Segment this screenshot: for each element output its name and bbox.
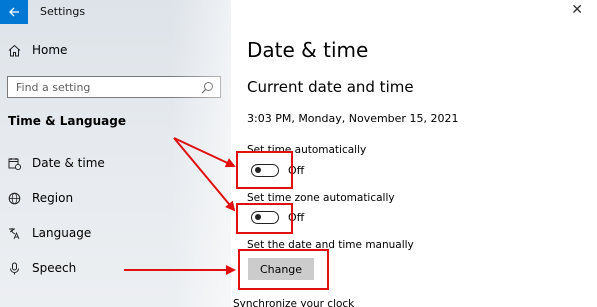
annotation-box bbox=[238, 249, 329, 290]
sidebar: Settings Home Find a setting Time & Lang… bbox=[0, 0, 231, 307]
back-arrow-icon bbox=[9, 7, 19, 17]
app-title: Settings bbox=[40, 5, 86, 18]
back-button[interactable] bbox=[0, 0, 28, 24]
sidebar-item-date-time[interactable]: Date & time bbox=[8, 156, 105, 170]
sidebar-item-label: Speech bbox=[32, 261, 77, 275]
date-time-icon bbox=[8, 157, 21, 170]
globe-icon bbox=[8, 192, 21, 204]
search-placeholder: Find a setting bbox=[16, 80, 91, 94]
page-title: Date & time bbox=[247, 38, 369, 62]
sidebar-item-label: Region bbox=[32, 191, 74, 205]
sync-clock-label: Synchronize your clock bbox=[233, 298, 355, 307]
home-icon bbox=[8, 44, 21, 56]
language-icon bbox=[9, 227, 20, 239]
sidebar-item-speech[interactable]: Speech bbox=[8, 261, 76, 275]
microphone-icon bbox=[10, 262, 19, 274]
section-heading: Current date and time bbox=[247, 78, 414, 96]
search-icon bbox=[201, 82, 213, 94]
annotation-box bbox=[236, 151, 293, 189]
current-datetime: 3:03 PM, Monday, November 15, 2021 bbox=[247, 112, 459, 125]
close-window-icon[interactable]: ✕ bbox=[571, 2, 583, 18]
sidebar-item-label: Language bbox=[32, 226, 92, 240]
section-title: Time & Language bbox=[8, 114, 127, 128]
sidebar-item-region[interactable]: Region bbox=[8, 191, 73, 205]
annotation-box bbox=[236, 203, 293, 234]
home-nav-item[interactable]: Home bbox=[8, 43, 67, 57]
home-label: Home bbox=[32, 43, 68, 57]
sidebar-item-label: Date & time bbox=[32, 156, 105, 170]
sidebar-item-language[interactable]: Language bbox=[8, 226, 91, 240]
search-input[interactable]: Find a setting bbox=[7, 76, 221, 98]
